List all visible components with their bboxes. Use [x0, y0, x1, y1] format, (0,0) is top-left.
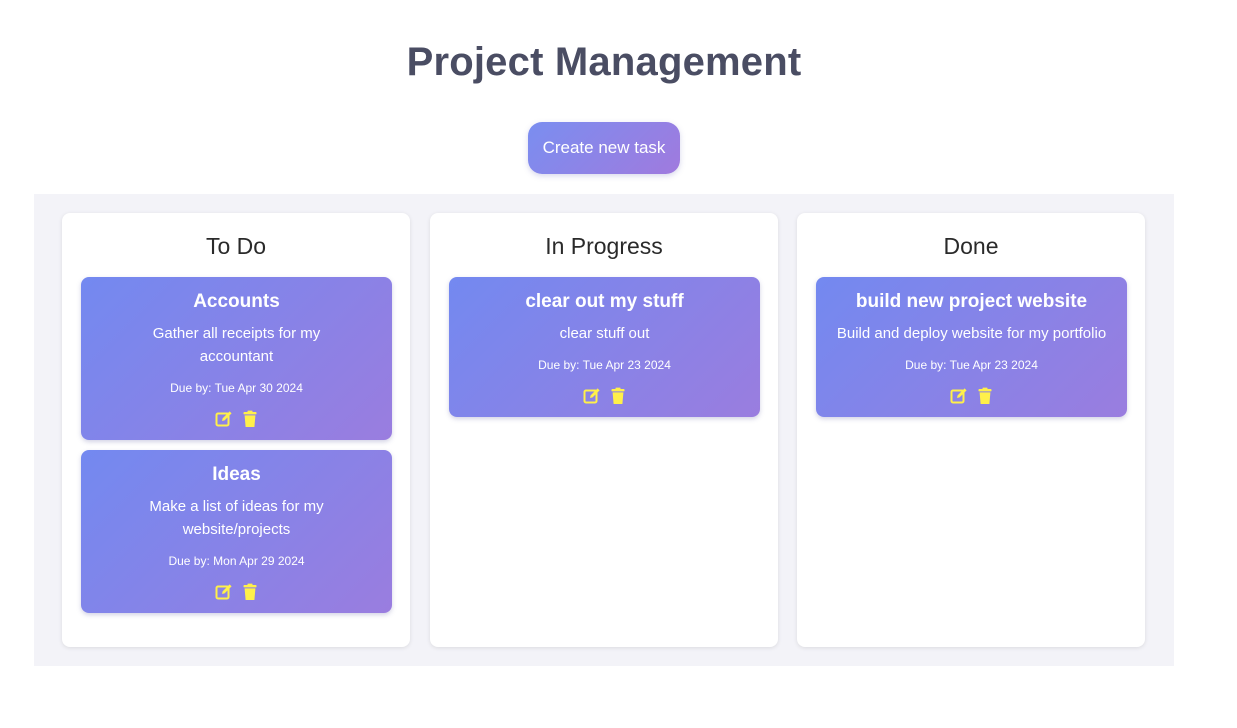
edit-icon[interactable] [583, 387, 601, 405]
column-done: Done build new project website Build and… [797, 213, 1145, 647]
create-task-button[interactable]: Create new task [528, 122, 680, 174]
trash-icon[interactable] [241, 583, 259, 601]
task-card: clear out my stuff clear stuff out Due b… [449, 277, 760, 417]
task-description: Gather all receipts for my accountant [152, 325, 321, 365]
edit-icon[interactable] [950, 387, 968, 405]
edit-icon[interactable] [215, 583, 233, 601]
task-title: Accounts [193, 291, 280, 312]
trash-icon[interactable] [241, 410, 259, 428]
task-actions [828, 387, 1115, 405]
task-card: build new project website Build and depl… [816, 277, 1127, 417]
task-due-date: Due by: Tue Apr 23 2024 [905, 358, 1038, 372]
column-in-progress: In Progress clear out my stuff clear stu… [430, 213, 778, 647]
trash-icon[interactable] [976, 387, 994, 405]
task-actions [461, 387, 748, 405]
column-todo: To Do Accounts Gather all receipts for m… [62, 213, 410, 647]
column-title: Done [943, 233, 999, 259]
trash-icon[interactable] [609, 387, 627, 405]
column-title: In Progress [545, 233, 663, 259]
kanban-board: To Do Accounts Gather all receipts for m… [34, 194, 1174, 666]
card-list: build new project website Build and depl… [816, 277, 1127, 427]
task-due-date: Due by: Mon Apr 29 2024 [168, 554, 305, 568]
task-actions [93, 410, 380, 428]
card-list: Accounts Gather all receipts for my acco… [81, 277, 392, 623]
task-description: Build and deploy website for my portfoli… [836, 325, 1107, 342]
task-title: Ideas [212, 464, 261, 485]
task-due-date: Due by: Tue Apr 30 2024 [170, 381, 303, 395]
column-title: To Do [205, 233, 267, 259]
task-title: build new project website [855, 291, 1088, 312]
edit-icon[interactable] [215, 410, 233, 428]
task-actions [93, 583, 380, 601]
task-title: clear out my stuff [525, 291, 684, 312]
page-title: Project Management [406, 40, 802, 84]
task-card: Accounts Gather all receipts for my acco… [81, 277, 392, 440]
task-description: Make a list of ideas for my website/proj… [149, 498, 324, 538]
task-due-date: Due by: Tue Apr 23 2024 [538, 358, 671, 372]
task-description: clear stuff out [559, 325, 650, 342]
card-list: clear out my stuff clear stuff out Due b… [449, 277, 760, 427]
task-card: Ideas Make a list of ideas for my websit… [81, 450, 392, 613]
